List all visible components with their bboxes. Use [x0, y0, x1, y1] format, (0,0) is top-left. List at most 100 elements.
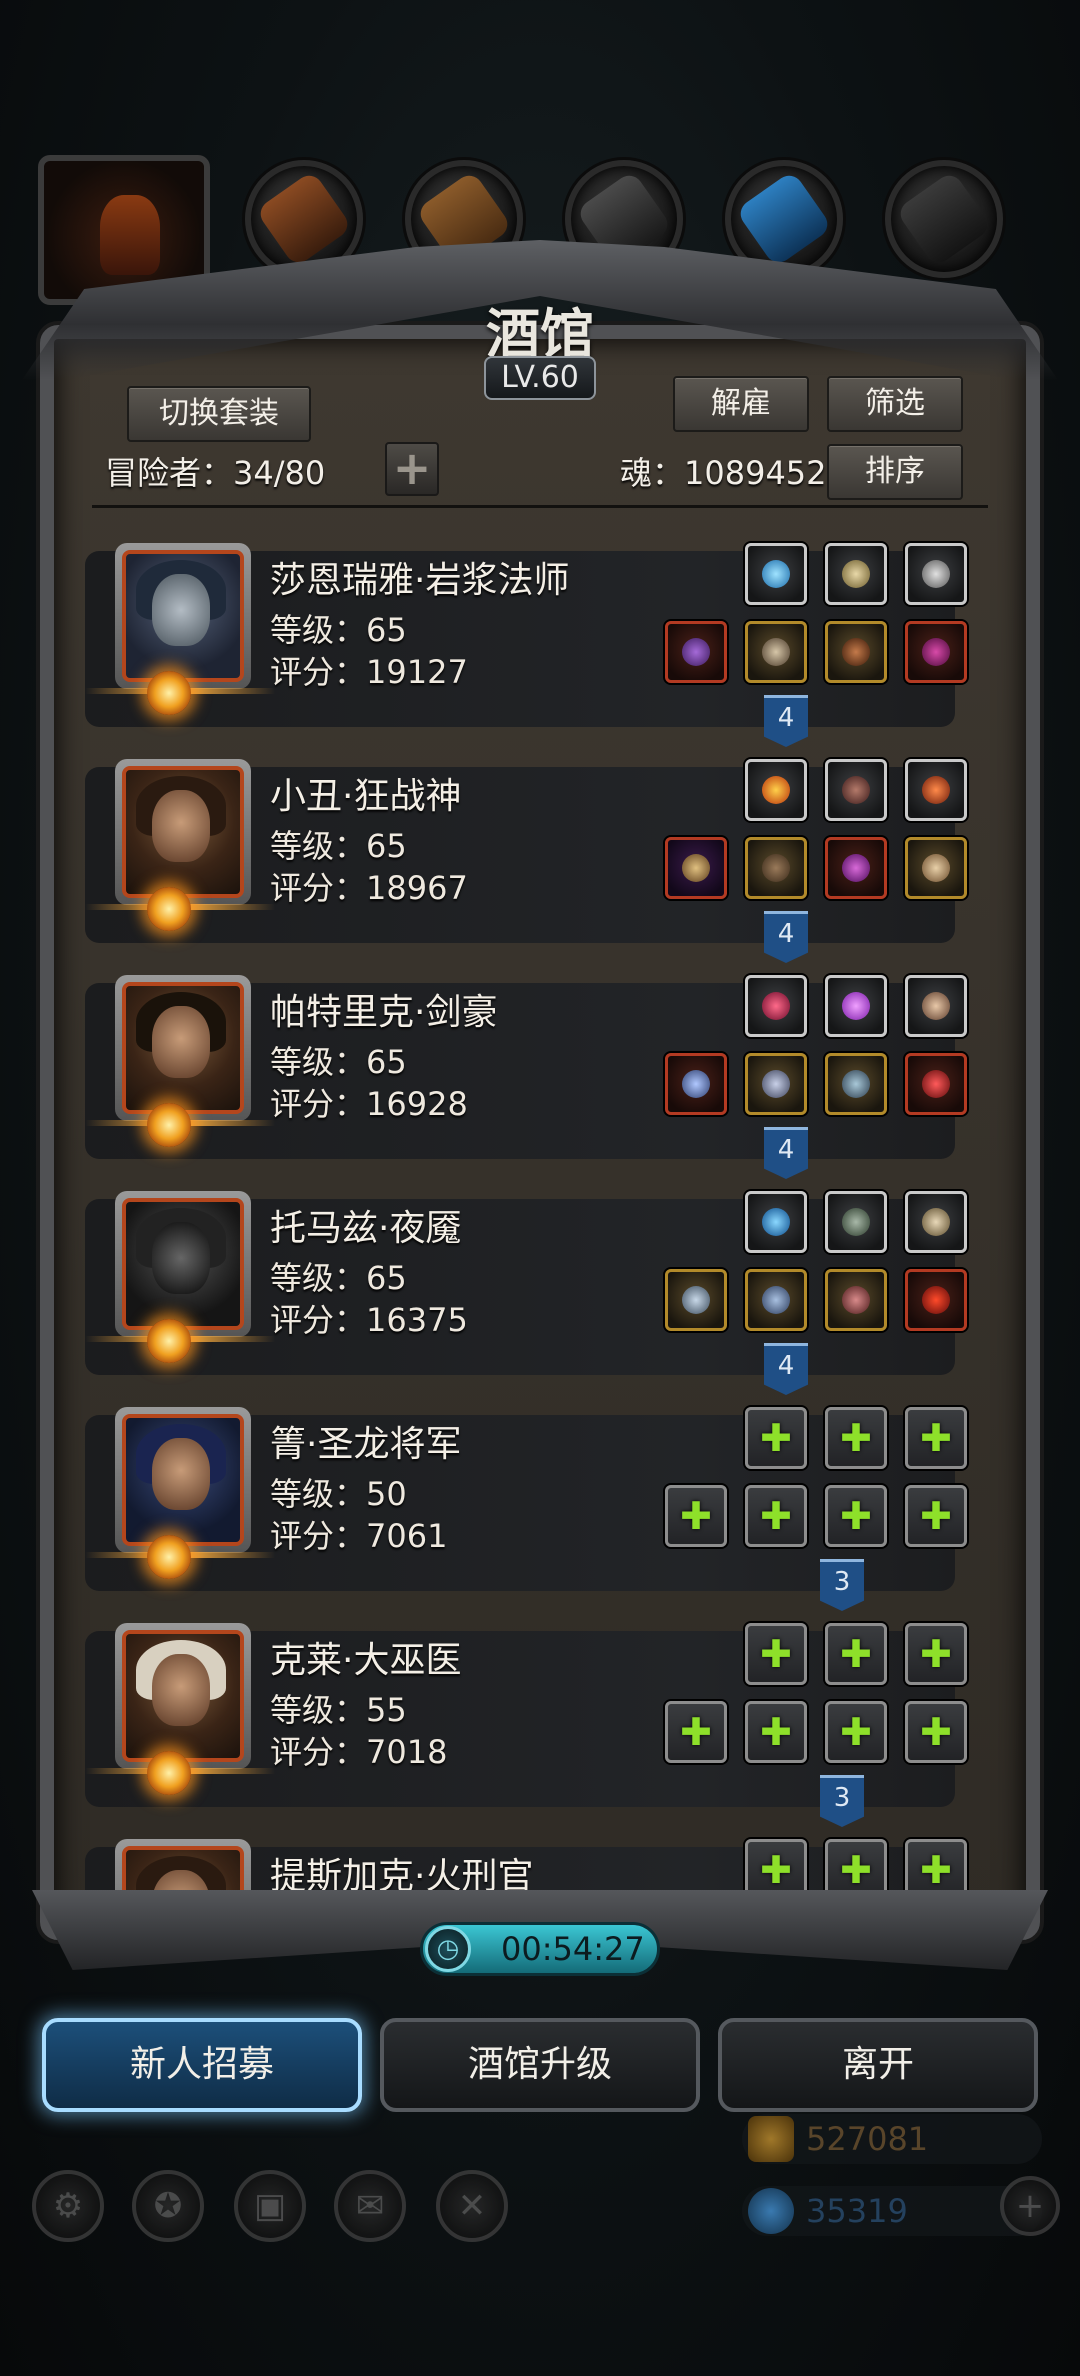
- mail-icon[interactable]: ✉: [334, 2170, 406, 2242]
- staff-icon[interactable]: [665, 621, 727, 683]
- relic-icon[interactable]: [825, 1269, 887, 1331]
- hero-name: 箐·圣龙将军: [270, 1424, 462, 1465]
- amethyst-icon[interactable]: [825, 975, 887, 1037]
- hero-level: 等级：65: [270, 1043, 407, 1081]
- gem-amount: 35319: [806, 2192, 908, 2230]
- settings-icon[interactable]: ⚙: [32, 2170, 104, 2242]
- divider: [92, 505, 988, 508]
- add-equipment-icon[interactable]: [825, 1485, 887, 1547]
- fire-orb-icon[interactable]: [745, 759, 807, 821]
- chalice-icon[interactable]: [905, 543, 967, 605]
- chest-armor-icon[interactable]: [745, 837, 807, 899]
- hero-name: 小丑·狂战神: [270, 776, 462, 817]
- gold-counter: 527081: [742, 2114, 1042, 2164]
- shoulder-armor-icon[interactable]: [745, 1053, 807, 1115]
- hero-row[interactable]: 莎恩瑞雅·岩浆法师 等级：65 评分：19127: [85, 543, 1000, 727]
- add-equipment-icon[interactable]: [905, 1623, 967, 1685]
- adventurer-count: 冒险者：34/80: [105, 454, 326, 492]
- upgrade-tavern-button[interactable]: 酒馆升级: [380, 2018, 700, 2112]
- rabbit-charm-icon[interactable]: [825, 1191, 887, 1253]
- soul-count: 魂：1089452: [620, 454, 827, 492]
- set-count-ribbon: 4: [764, 911, 808, 963]
- hero-portrait[interactable]: [115, 1407, 251, 1553]
- hero-name: 莎恩瑞雅·岩浆法师: [270, 560, 570, 601]
- set-count-ribbon: 3: [820, 1559, 864, 1611]
- robe-icon[interactable]: [745, 621, 807, 683]
- red-guitar-icon[interactable]: [905, 1053, 967, 1115]
- hero-portrait[interactable]: [115, 543, 251, 689]
- add-equipment-icon[interactable]: [905, 1701, 967, 1763]
- add-equipment-icon[interactable]: [665, 1485, 727, 1547]
- hero-score: 评分：16928: [270, 1085, 468, 1123]
- hero-score: 评分：16375: [270, 1301, 468, 1339]
- recruit-button[interactable]: 新人招募: [42, 2018, 362, 2112]
- bowl-icon[interactable]: [905, 975, 967, 1037]
- add-equipment-icon[interactable]: [825, 1701, 887, 1763]
- plate-armor-icon[interactable]: [745, 1269, 807, 1331]
- necklace-icon[interactable]: [825, 1053, 887, 1115]
- dagger-icon[interactable]: [665, 1269, 727, 1331]
- hero-portrait[interactable]: [115, 759, 251, 905]
- hero-row[interactable]: 小丑·狂战神 等级：65 评分：18967: [85, 759, 1000, 943]
- gold-chest-icon: [748, 2116, 794, 2162]
- achievement-icon[interactable]: ✪: [132, 2170, 204, 2242]
- add-currency-button[interactable]: +: [1000, 2176, 1060, 2236]
- hero-portrait[interactable]: [115, 1623, 251, 1769]
- add-equipment-icon[interactable]: [825, 1407, 887, 1469]
- add-equipment-icon[interactable]: [905, 1407, 967, 1469]
- codex-icon[interactable]: ▣: [234, 2170, 306, 2242]
- recruit-timer: ◷ 00:54:27: [420, 1922, 660, 1976]
- red-eye-icon[interactable]: [905, 1269, 967, 1331]
- hero-level: 等级：65: [270, 827, 407, 865]
- hero-level: 等级：55: [270, 1691, 407, 1729]
- rank-emblem-icon: [147, 1751, 191, 1795]
- set-count-ribbon: 4: [764, 695, 808, 747]
- set-count-ribbon: 4: [764, 1127, 808, 1179]
- hero-level: 等级：65: [270, 611, 407, 649]
- purple-helm-icon[interactable]: [825, 837, 887, 899]
- helmet-icon[interactable]: [825, 621, 887, 683]
- add-adventurer-slot-button[interactable]: +: [385, 442, 439, 496]
- filter-button[interactable]: 筛选: [827, 376, 963, 432]
- sword-icon[interactable]: [665, 1053, 727, 1115]
- add-equipment-icon[interactable]: [825, 1623, 887, 1685]
- add-equipment-icon[interactable]: [665, 1701, 727, 1763]
- flame-shield-icon[interactable]: [905, 759, 967, 821]
- hero-list[interactable]: 莎恩瑞雅·岩浆法师 等级：65 评分：19127 4 小丑·狂战神 等级：65 …: [85, 520, 1000, 1900]
- mask-icon[interactable]: [905, 1191, 967, 1253]
- hero-portrait[interactable]: [115, 975, 251, 1121]
- hero-name: 托马兹·夜魇: [270, 1208, 462, 1249]
- add-equipment-icon[interactable]: [745, 1701, 807, 1763]
- rose-gem-icon[interactable]: [745, 975, 807, 1037]
- hero-row[interactable]: 帕特里克·剑豪 等级：65 评分：16928: [85, 975, 1000, 1159]
- switch-outfit-button[interactable]: 切换套装: [127, 386, 311, 442]
- add-equipment-icon[interactable]: [745, 1623, 807, 1685]
- rank-emblem-icon: [147, 1319, 191, 1363]
- tab-misc[interactable]: [885, 160, 1003, 278]
- hero-portrait[interactable]: [115, 1191, 251, 1337]
- feather-icon[interactable]: [825, 759, 887, 821]
- gold-amount: 527081: [806, 2120, 929, 2158]
- add-equipment-icon[interactable]: [905, 1485, 967, 1547]
- add-equipment-icon[interactable]: [745, 1407, 807, 1469]
- orb-icon[interactable]: [745, 543, 807, 605]
- rank-emblem-icon: [147, 1103, 191, 1147]
- add-equipment-icon[interactable]: [745, 1485, 807, 1547]
- gem-counter: 35319: [742, 2186, 1042, 2236]
- rank-emblem-icon: [147, 1535, 191, 1579]
- hero-row[interactable]: 托马兹·夜魇 等级：65 评分：16375: [85, 1191, 1000, 1375]
- sort-button[interactable]: 排序: [827, 444, 963, 500]
- amulet-icon[interactable]: [825, 543, 887, 605]
- dismiss-button[interactable]: 解雇: [673, 376, 809, 432]
- bone-weapon-icon[interactable]: [905, 837, 967, 899]
- gem-icon: [748, 2188, 794, 2234]
- leave-button[interactable]: 离开: [718, 2018, 1038, 2112]
- hero-score: 评分：18967: [270, 869, 468, 907]
- battle-icon[interactable]: ✕: [436, 2170, 508, 2242]
- tavern-level-badge: LV.60: [484, 356, 596, 400]
- hero-score: 评分：7061: [270, 1517, 448, 1555]
- axe-icon[interactable]: [665, 837, 727, 899]
- hero-score: 评分：19127: [270, 653, 468, 691]
- pendant-icon[interactable]: [905, 621, 967, 683]
- blue-orb-icon[interactable]: [745, 1191, 807, 1253]
